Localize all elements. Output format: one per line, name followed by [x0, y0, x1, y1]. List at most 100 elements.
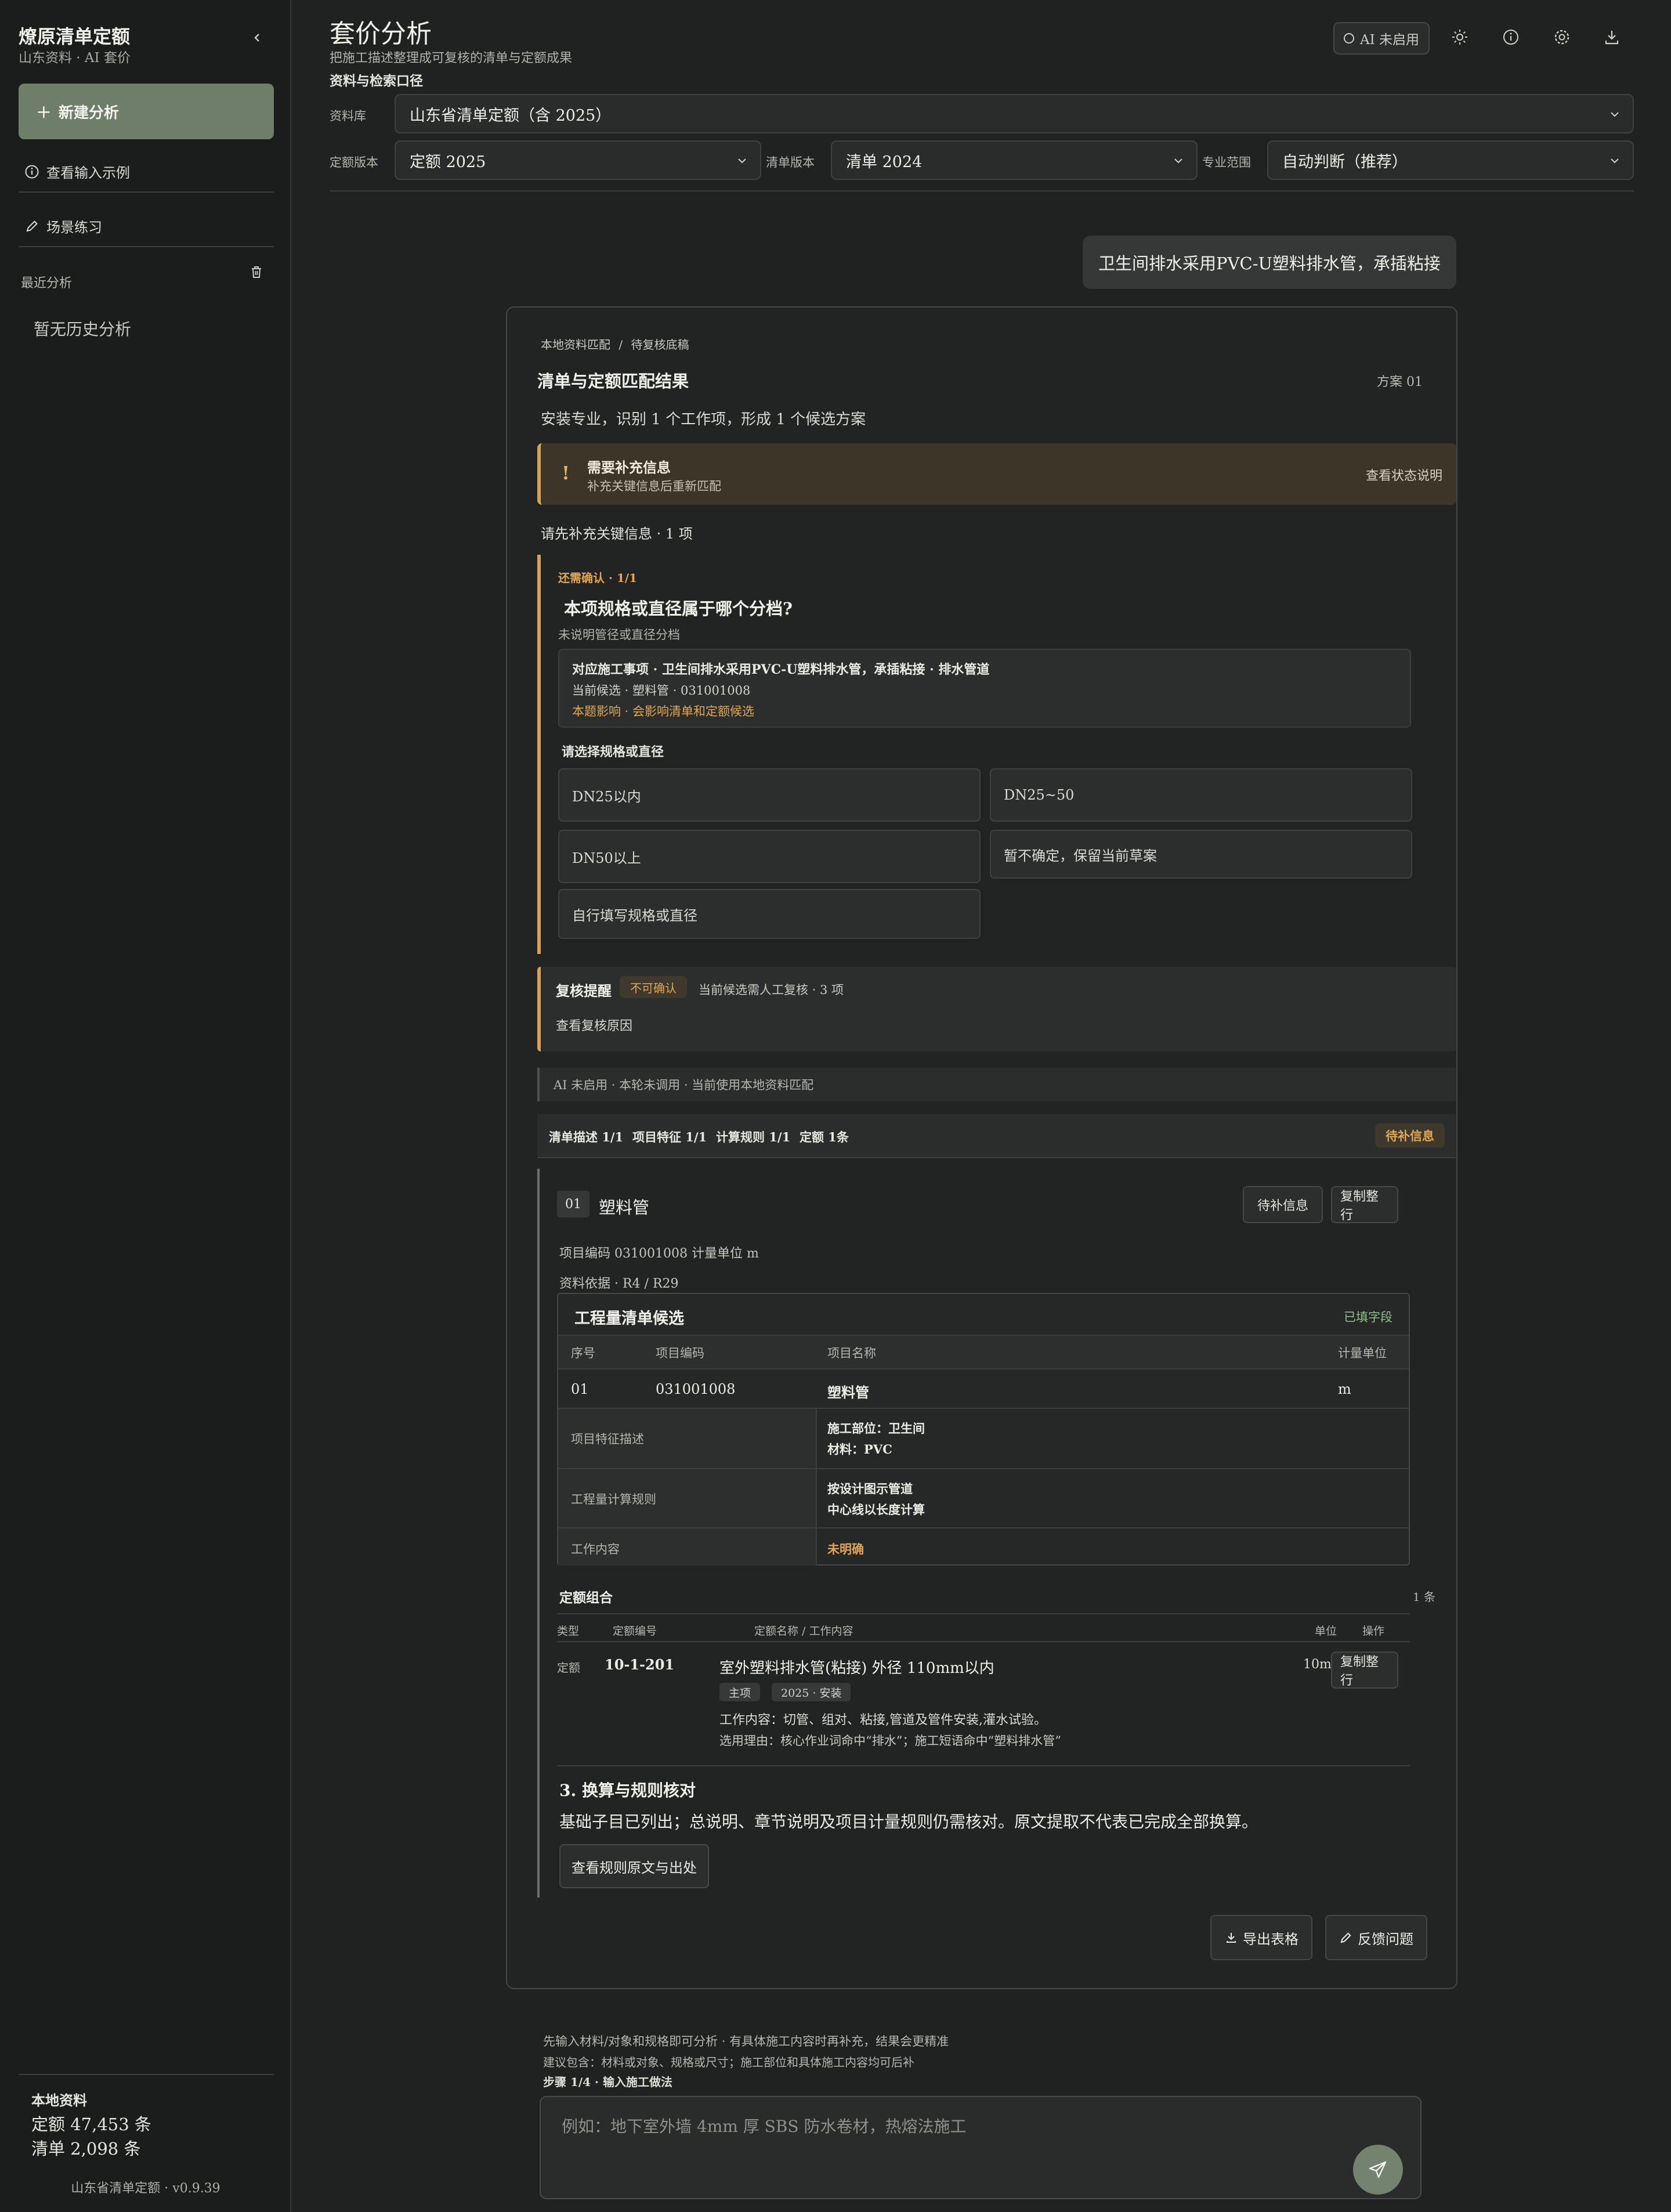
filled-fields-label: 已填字段: [1344, 1310, 1392, 1324]
divider: [19, 246, 274, 247]
warning-icon: !: [562, 462, 570, 484]
collapse-sidebar-button[interactable]: [247, 28, 267, 48]
option-dn25-below[interactable]: DN25以内: [558, 768, 981, 822]
table-cell: 未明确: [827, 1542, 864, 1556]
new-analysis-button[interactable]: + 新建分析: [19, 84, 274, 139]
stat-description: 清单描述 1/1: [549, 1130, 624, 1144]
scope-select[interactable]: 自动判断（推荐）: [1267, 140, 1634, 180]
review-reminder: 复核提醒 不可确认 当前候选需人工复核 · 3 项 查看复核原因: [537, 967, 1456, 1051]
clear-history-button[interactable]: [249, 265, 263, 283]
quota-type: 定额: [557, 1661, 580, 1675]
stat-feature: 项目特征 1/1: [632, 1130, 707, 1144]
export-label: 导出表格: [1243, 1931, 1299, 1947]
status-dot-icon: [1343, 33, 1354, 44]
table-cell: 按设计图示管道: [827, 1481, 913, 1496]
composer-input[interactable]: [562, 2115, 1316, 2138]
divider: [19, 191, 274, 193]
option-custom-spec[interactable]: 自行填写规格或直径: [558, 889, 981, 939]
pencil-icon: [1340, 1932, 1351, 1943]
view-status-link[interactable]: 查看状态说明: [1366, 465, 1442, 484]
candidates-title: 工程量清单候选: [574, 1310, 684, 1328]
scene-practice-link[interactable]: 场景练习: [24, 216, 102, 236]
table-cell: 中心线以长度计算: [827, 1502, 925, 1517]
section-title: 3. 换算与规则核对: [559, 1781, 696, 1800]
chevron-down-icon: [738, 158, 746, 164]
review-title: 复核提醒: [556, 982, 612, 999]
app-subtitle: 山东资料 · AI 套价: [19, 50, 131, 66]
column-header: 项目名称: [827, 1346, 876, 1360]
need-info-heading: 请先补充关键信息 · 1 项: [541, 526, 693, 542]
table-row: 项目特征描述 施工部位：卫生间 材料：PVC: [558, 1408, 1409, 1468]
ai-status-badge[interactable]: AI 未启用: [1333, 22, 1430, 55]
settings-button[interactable]: [1550, 26, 1574, 49]
option-keep-draft[interactable]: 暂不确定，保留当前草案: [990, 830, 1412, 879]
library-select[interactable]: 山东省清单定额（含 2025）: [395, 94, 1634, 133]
page-subtitle: 把施工描述整理成可复核的清单与定额成果: [330, 51, 573, 66]
composer-hint: 建议包含：材料或对象、规格或尺寸；施工部位和具体施工内容均可后补: [543, 2055, 914, 2069]
empty-history: 暂无历史分析: [34, 320, 132, 339]
item-name: 塑料管: [599, 1198, 650, 1217]
scene-practice-label: 场景练习: [46, 219, 102, 236]
divider: [557, 1765, 1410, 1766]
breadcrumb: 本地资料匹配 / 待复核底稿: [541, 335, 689, 352]
theme-toggle-button[interactable]: [1448, 26, 1471, 49]
breadcrumb-separator: /: [619, 338, 623, 352]
chevron-down-icon: [1611, 112, 1619, 117]
warning-banner: ! 需要补充信息 补充关键信息后重新匹配 查看状态说明: [537, 443, 1456, 505]
version-label: 山东省清单定额 · v0.9.39: [71, 2181, 220, 2196]
quota-reason: 选用理由：核心作业词命中“排水”；施工短语命中“塑料排水管”: [719, 1734, 1061, 1748]
warning-title: 需要补充信息: [587, 459, 671, 476]
sun-icon: [1452, 30, 1467, 45]
export-table-button[interactable]: 导出表格: [1210, 1915, 1312, 1960]
scope-value: 自动判断（推荐）: [1282, 153, 1408, 171]
option-dn25-50[interactable]: DN25~50: [990, 768, 1412, 822]
quota-name: 室外塑料排水管(粘接) 外径 110mm以内: [719, 1660, 994, 1677]
list-version-value: 清单 2024: [846, 153, 923, 171]
quota-version-select[interactable]: 定额 2025: [395, 140, 761, 180]
info-icon: [1503, 30, 1518, 45]
confirm-question: 本项规格或直径属于哪个分档?: [564, 599, 793, 619]
divider: [557, 1641, 1410, 1642]
row-label: 项目特征描述: [571, 1432, 644, 1446]
view-examples-link[interactable]: 查看输入示例: [24, 161, 130, 182]
quota-combo-title: 定额组合: [559, 1590, 613, 1606]
chevron-down-icon: [1174, 158, 1182, 164]
table-row: 01 031001008 塑料管 m: [558, 1368, 1409, 1408]
recent-heading: 最近分析: [21, 276, 73, 291]
info-button[interactable]: [1499, 26, 1522, 49]
divider: [557, 1613, 1410, 1614]
confirm-subtitle: 未说明管径或直径分档: [558, 628, 680, 642]
send-icon: [1369, 2161, 1387, 2178]
breadcrumb-item: 本地资料匹配: [541, 338, 610, 352]
copy-row-button[interactable]: 复制整行: [1331, 1186, 1398, 1223]
divider: [19, 2074, 274, 2075]
view-review-reasons-link[interactable]: 查看复核原因: [556, 1015, 632, 1034]
composer: [540, 2096, 1422, 2199]
pencil-icon: [26, 220, 38, 232]
item-status-button[interactable]: 待补信息: [1243, 1186, 1323, 1223]
result-card: 本地资料匹配 / 待复核底稿 清单与定额匹配结果 方案 01 安装专业，识别 1…: [506, 306, 1457, 1989]
column-header: 序号: [571, 1346, 595, 1360]
context-line: 当前候选 · 塑料管 · 031001008: [572, 684, 751, 697]
row-label: 工程量计算规则: [571, 1492, 656, 1506]
option-dn50-above[interactable]: DN50以上: [558, 830, 981, 883]
app-title: 燎原清单定额: [19, 26, 131, 48]
download-icon: [1227, 1933, 1236, 1943]
scope-label: 专业范围: [1202, 156, 1251, 169]
list-version-select[interactable]: 清单 2024: [831, 140, 1198, 180]
context-line: 本题影响 · 会影响清单和定额候选: [572, 704, 755, 718]
status-badge: 待补信息: [1375, 1123, 1445, 1148]
row-label: 工作内容: [571, 1542, 620, 1556]
view-rules-button[interactable]: 查看规则原文与出处: [559, 1844, 709, 1888]
view-examples-label: 查看输入示例: [46, 165, 130, 181]
download-button[interactable]: [1600, 26, 1623, 49]
send-button[interactable]: [1353, 2145, 1403, 2195]
local-data-heading: 本地资料: [31, 2092, 87, 2109]
feedback-button[interactable]: 反馈问题: [1325, 1915, 1427, 1960]
table-cell: 01: [571, 1381, 589, 1397]
work-item: 01 塑料管 待补信息 复制整行 项目编码 031001008 计量单位 m 资…: [537, 1169, 1456, 1897]
table-cell: 塑料管: [827, 1384, 869, 1401]
column-header: 项目编码: [656, 1346, 704, 1360]
copy-row-button[interactable]: 复制整行: [1331, 1651, 1398, 1689]
table-cell: 材料：PVC: [827, 1442, 892, 1456]
